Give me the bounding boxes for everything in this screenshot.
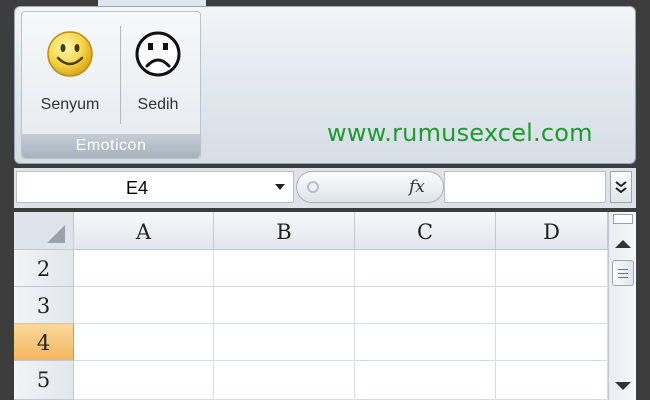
- vertical-scrollbar[interactable]: [608, 212, 636, 400]
- cell-a4[interactable]: [74, 324, 214, 361]
- cell-b3[interactable]: [214, 287, 355, 324]
- smiley-icon: [47, 31, 93, 77]
- formula-controls: fx: [296, 171, 444, 203]
- grip-line: [618, 269, 628, 270]
- ribbon-group-emoticon: Senyum Sedih Emoticon: [21, 11, 201, 159]
- row-header-5[interactable]: 5: [14, 361, 74, 400]
- row-header-4[interactable]: 4: [14, 324, 74, 361]
- sedih-label: Sedih: [137, 96, 179, 113]
- select-all-button[interactable]: [14, 212, 74, 250]
- row-header-2[interactable]: 2: [14, 250, 74, 287]
- ribbon-group-label: Emoticon: [22, 134, 200, 158]
- expand-formula-bar-button[interactable]: [610, 171, 632, 203]
- name-box-value: E4: [125, 178, 149, 198]
- grip-line: [618, 277, 628, 278]
- formula-input[interactable]: [444, 171, 606, 203]
- row-header-3[interactable]: 3: [14, 287, 74, 324]
- column-header-b[interactable]: B: [214, 212, 355, 250]
- cell-c3[interactable]: [355, 287, 496, 324]
- formula-bar: E4 fx: [14, 168, 636, 208]
- cell-d4[interactable]: [496, 324, 608, 361]
- cell-b5[interactable]: [214, 361, 355, 400]
- scroll-thumb[interactable]: [612, 260, 634, 286]
- cell-b4[interactable]: [214, 324, 355, 361]
- split-handle[interactable]: [613, 214, 633, 224]
- sedih-button[interactable]: Sedih: [112, 18, 204, 124]
- ribbon: Senyum Sedih Emoticon www.rumusexcel.com: [14, 6, 636, 164]
- scroll-down-icon[interactable]: [615, 382, 631, 390]
- resize-handle-icon[interactable]: [307, 181, 319, 193]
- cell-b2[interactable]: [214, 250, 355, 287]
- grip-line: [618, 273, 628, 274]
- cell-c5[interactable]: [355, 361, 496, 400]
- senyum-label: Senyum: [40, 96, 100, 113]
- excel-window: Senyum Sedih Emoticon www.rumusexcel.com…: [0, 0, 650, 400]
- senyum-button[interactable]: Senyum: [24, 18, 116, 124]
- brand-watermark: www.rumusexcel.com: [327, 119, 593, 147]
- cell-a5[interactable]: [74, 361, 214, 400]
- sad-face-icon: [135, 31, 181, 77]
- column-header-c[interactable]: C: [355, 212, 496, 250]
- chevron-double-down-icon: [615, 181, 627, 194]
- select-all-icon: [47, 225, 65, 243]
- cell-d3[interactable]: [496, 287, 608, 324]
- cell-c4[interactable]: [355, 324, 496, 361]
- cell-d5[interactable]: [496, 361, 608, 400]
- cell-a3[interactable]: [74, 287, 214, 324]
- column-header-a[interactable]: A: [74, 212, 214, 250]
- scroll-up-icon[interactable]: [615, 240, 631, 248]
- cell-c2[interactable]: [355, 250, 496, 287]
- name-box-dropdown-icon[interactable]: [275, 184, 285, 190]
- insert-function-button[interactable]: fx: [409, 177, 425, 197]
- name-box[interactable]: E4: [16, 171, 294, 203]
- cell-a2[interactable]: [74, 250, 214, 287]
- cell-d2[interactable]: [496, 250, 608, 287]
- worksheet-grid: A B C D 2 3 4 5: [14, 212, 636, 400]
- column-header-d[interactable]: D: [496, 212, 608, 250]
